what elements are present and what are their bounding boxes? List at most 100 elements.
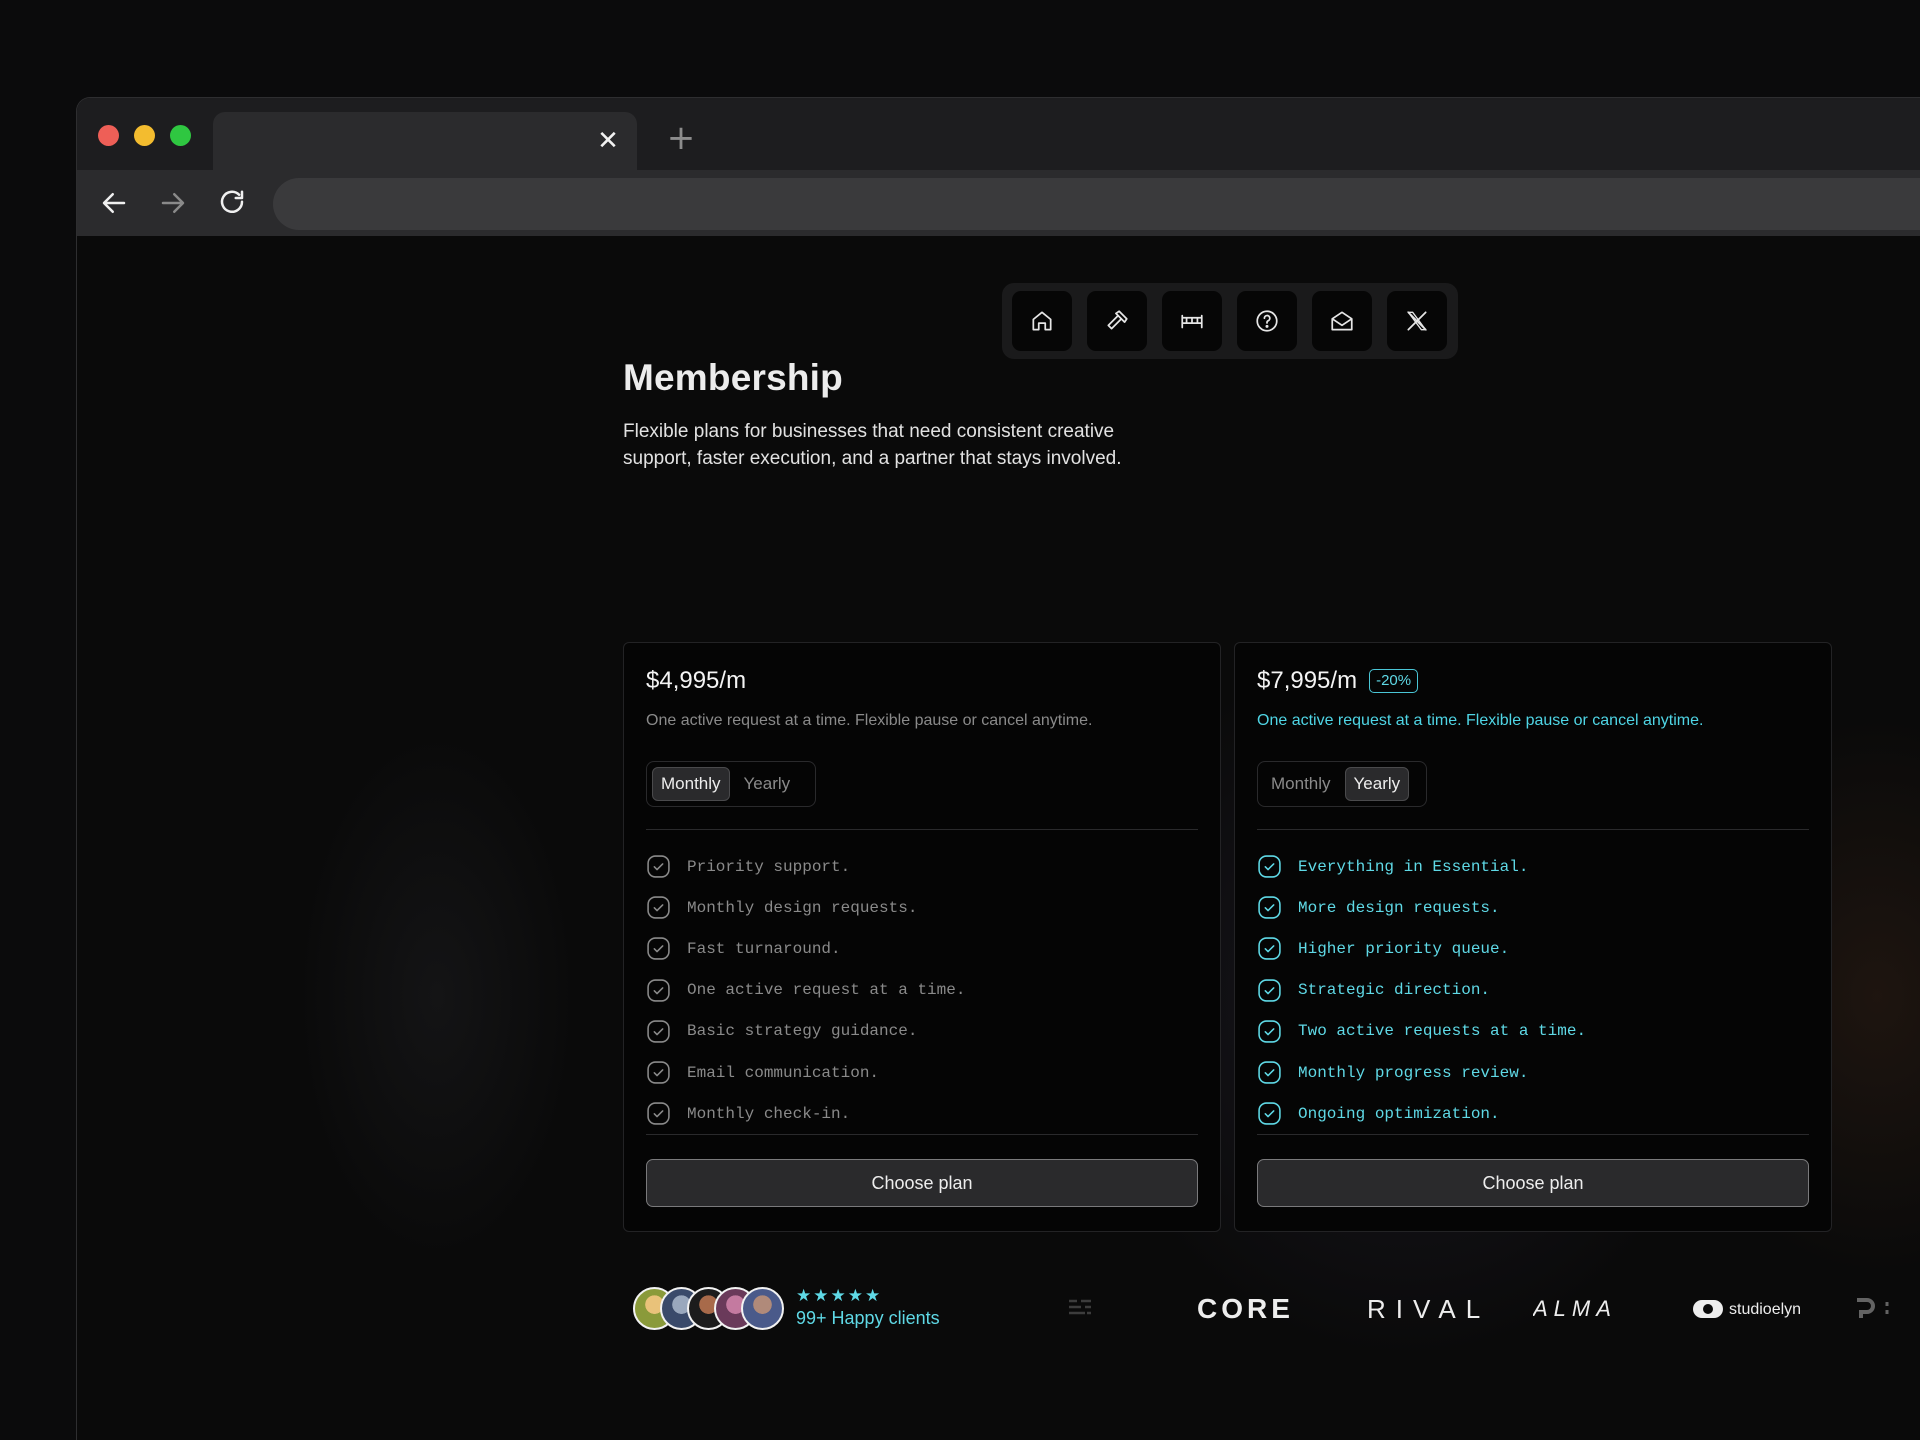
bed-icon (1181, 314, 1203, 329)
nav-x-button[interactable] (1387, 291, 1447, 351)
billing-yearly-option[interactable]: Yearly (736, 767, 799, 801)
avatar (741, 1286, 784, 1330)
minimize-window-button[interactable] (134, 125, 155, 146)
plan-price-row: $7,995/m -20% (1257, 667, 1419, 695)
feature-text: Monthly progress review. (1298, 1063, 1529, 1082)
x-logo-icon (1407, 311, 1427, 331)
feature-text: Priority support. (687, 857, 851, 876)
check-circle-icon (1258, 1020, 1281, 1043)
help-icon (1256, 310, 1278, 332)
social-proof: ★★★★★ 99+ Happy clients (633, 1286, 940, 1330)
new-tab-button[interactable]: + (661, 118, 701, 158)
logo-studio-text: studioelyn (1729, 1301, 1801, 1318)
check-circle-icon (647, 896, 670, 919)
check-circle-icon (1258, 937, 1281, 961)
feature-list: Everything in Essential. More design req… (1257, 846, 1586, 1134)
tab-bar: ✕ + (77, 98, 1920, 170)
check-circle-icon (647, 1102, 670, 1125)
feature-item: Strategic direction. (1257, 970, 1586, 1011)
plan-price-row: $4,995/m (646, 667, 746, 695)
mail-icon (1331, 311, 1353, 331)
feature-text: Strategic direction. (1298, 981, 1491, 1000)
plan-description: One active request at a time. Flexible p… (1257, 712, 1704, 729)
forward-icon[interactable] (156, 186, 190, 220)
check-circle-icon (647, 855, 670, 878)
divider (646, 1134, 1198, 1135)
client-avatars (633, 1286, 784, 1330)
check-circle-icon (1258, 1102, 1281, 1125)
nav-contact-button[interactable] (1312, 291, 1372, 351)
divider (1257, 829, 1809, 830)
nav-services-button[interactable] (1087, 291, 1147, 351)
faded-logo-icon (1067, 1289, 1093, 1329)
feature-item: One active request at a time. (646, 970, 965, 1011)
plan-card-essential: $4,995/m One active request at a time. F… (623, 642, 1221, 1232)
maximize-window-button[interactable] (170, 125, 191, 146)
home-icon (1032, 311, 1052, 331)
feature-item: Basic strategy guidance. (646, 1011, 965, 1052)
feature-item: Fast turnaround. (646, 928, 965, 969)
feature-list: Priority support. Monthly design request… (646, 846, 965, 1134)
address-bar[interactable] (273, 178, 1920, 230)
choose-plan-button[interactable]: Choose plan (1257, 1159, 1809, 1207)
logo-alma: ALMA (1533, 1289, 1637, 1329)
close-window-button[interactable] (98, 125, 119, 146)
feature-item: Higher priority queue. (1257, 928, 1586, 969)
happy-clients-label: 99+ Happy clients (796, 1308, 940, 1328)
plan-price: $7,995/m (1257, 667, 1358, 694)
billing-toggle: Monthly Yearly (1257, 761, 1427, 807)
browser-toolbar (77, 170, 1920, 236)
check-circle-icon (1258, 1061, 1281, 1084)
feature-item: Email communication. (646, 1052, 965, 1093)
reload-icon[interactable] (215, 186, 249, 220)
feature-text: Ongoing optimization. (1298, 1104, 1500, 1123)
page-title: Membership (623, 357, 843, 398)
check-circle-icon (647, 1020, 670, 1043)
logo-core-text: CORE (1197, 1296, 1294, 1322)
check-circle-icon (1258, 896, 1281, 919)
feature-text: Email communication. (687, 1063, 880, 1082)
browser-window: ✕ + Membership Flexible plans for busine… (76, 97, 1920, 1440)
star-rating: ★★★★★ (796, 1286, 883, 1306)
billing-monthly-option[interactable]: Monthly (652, 767, 730, 801)
page-subtitle: Flexible plans for businesses that need … (623, 421, 1122, 469)
back-icon[interactable] (97, 186, 131, 220)
tab-close-icon[interactable]: ✕ (593, 126, 623, 156)
billing-monthly-option[interactable]: Monthly (1263, 767, 1339, 801)
feature-item: Monthly design requests. (646, 887, 965, 928)
nav-faq-button[interactable] (1237, 291, 1297, 351)
browser-tab[interactable]: ✕ (213, 112, 637, 170)
check-circle-icon (647, 937, 670, 961)
logo-alma-text: ALMA (1533, 1296, 1617, 1321)
check-circle-icon (1258, 855, 1281, 878)
feature-text: Fast turnaround. (687, 939, 841, 958)
feature-item: Priority support. (646, 846, 965, 887)
feature-text: Basic strategy guidance. (687, 1022, 918, 1041)
faded-logo-icon (1853, 1289, 1893, 1329)
feature-text: One active request at a time. (687, 981, 966, 1000)
icon-nav (1002, 283, 1458, 359)
feature-item: Monthly check-in. (646, 1093, 965, 1134)
feature-item: More design requests. (1257, 887, 1586, 928)
billing-toggle: Monthly Yearly (646, 761, 816, 807)
logo-studio: studioelyn (1693, 1289, 1815, 1329)
discount-badge: -20% (1369, 669, 1419, 693)
window-controls (98, 125, 191, 146)
feature-text: Monthly design requests. (687, 898, 918, 917)
client-logos: CORE RIVAL ALMA studioelyn (1067, 1289, 1907, 1329)
hammer-icon (1107, 310, 1128, 330)
logo-rival: RIVAL (1367, 1289, 1491, 1329)
nav-home-button[interactable] (1012, 291, 1072, 351)
feature-text: Higher priority queue. (1298, 939, 1510, 958)
billing-yearly-option[interactable]: Yearly (1344, 767, 1410, 801)
feature-item: Two active requests at a time. (1257, 1011, 1586, 1052)
check-circle-icon (1258, 978, 1281, 1002)
nav-pricing-button[interactable] (1162, 291, 1222, 351)
feature-item: Ongoing optimization. (1257, 1093, 1586, 1134)
divider (646, 829, 1198, 830)
check-circle-icon (647, 1061, 670, 1084)
plan-description: One active request at a time. Flexible p… (646, 712, 1093, 729)
plan-price: $4,995/m (646, 667, 747, 694)
choose-plan-button[interactable]: Choose plan (646, 1159, 1198, 1207)
feature-text: Two active requests at a time. (1298, 1022, 1587, 1041)
